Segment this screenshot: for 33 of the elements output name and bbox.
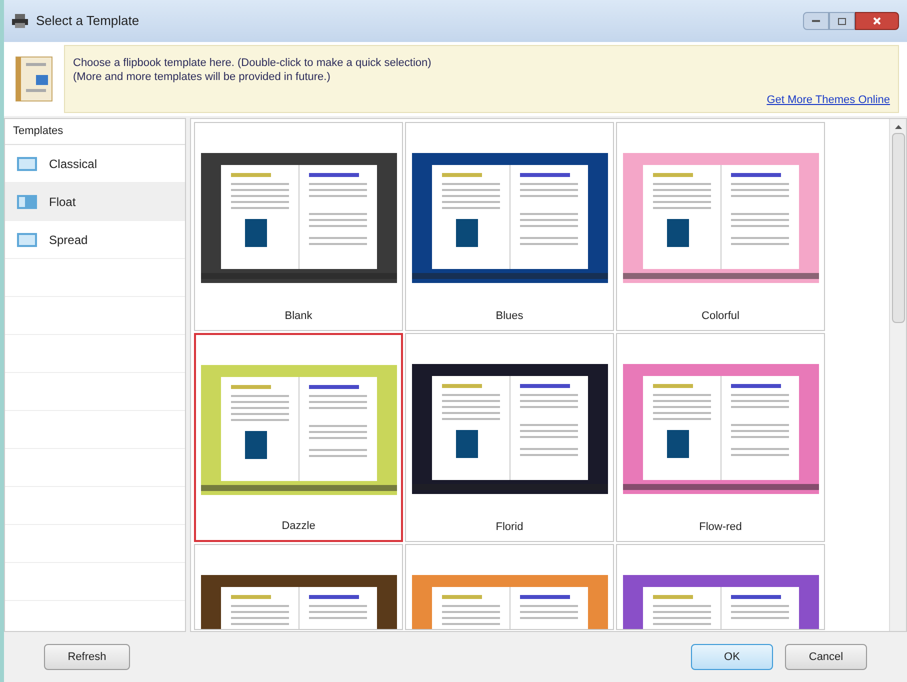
cancel-button[interactable]: Cancel — [785, 644, 867, 670]
layout-icon — [17, 194, 37, 208]
layout-icon — [17, 156, 37, 170]
window-title: Select a Template — [36, 12, 140, 30]
template-card[interactable]: Flow-red — [616, 333, 825, 542]
themes-link[interactable]: Get More Themes Online — [766, 92, 890, 108]
printer-icon — [12, 14, 28, 28]
layout-icon — [17, 232, 37, 246]
sidebar-item[interactable]: Float — [5, 183, 185, 221]
scrollbar[interactable] — [889, 119, 906, 631]
minimize-button[interactable] — [803, 12, 829, 30]
template-name: Blues — [496, 308, 524, 324]
template-name: Florid — [496, 520, 524, 534]
template-name: Flow-red — [699, 520, 742, 534]
template-card[interactable] — [616, 544, 825, 630]
template-card[interactable]: Colorful — [616, 122, 825, 331]
template-card[interactable] — [194, 544, 403, 630]
scroll-up-icon[interactable] — [894, 125, 902, 129]
template-name: Colorful — [702, 308, 740, 324]
template-name: Blank — [284, 308, 312, 324]
maximize-button[interactable] — [829, 12, 855, 30]
info-text: Choose a flipbook template here. (Double-click to make a quick selection) — [73, 56, 432, 70]
refresh-button[interactable]: Refresh — [44, 644, 130, 670]
scrollbar-thumb[interactable] — [892, 133, 904, 323]
template-card[interactable]: Blues — [405, 122, 614, 331]
template-card[interactable]: Dazzle — [194, 333, 403, 542]
template-name: Dazzle — [282, 518, 316, 534]
close-icon — [873, 17, 881, 25]
ok-button[interactable]: OK — [691, 644, 773, 670]
close-button[interactable] — [855, 12, 899, 30]
template-card[interactable]: Blank — [194, 122, 403, 331]
info-text: (More and more templates will be provided in future.) — [73, 70, 332, 84]
template-card[interactable]: Florid — [405, 333, 614, 542]
